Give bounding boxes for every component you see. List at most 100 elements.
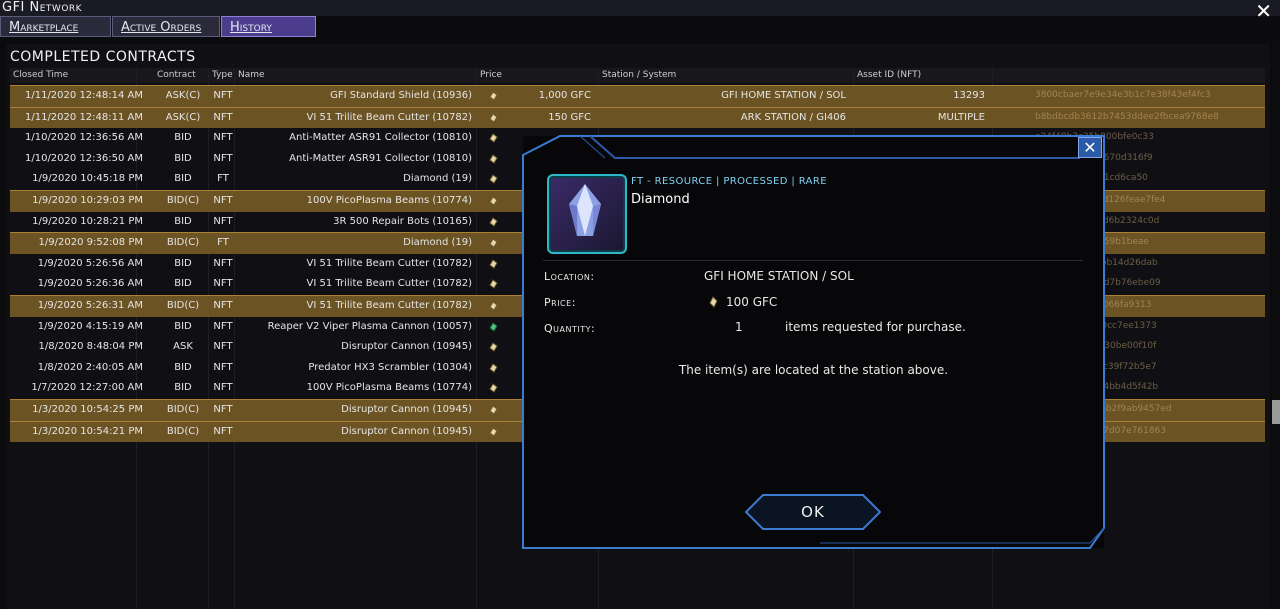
gfc-coin-icon [489,279,498,290]
tab-history[interactable]: History [221,16,316,37]
closed-time-cell: 1/9/2020 5:26:56 AM [37,257,143,269]
type-cell: NFT [213,341,233,353]
closed-time-cell: 1/11/2020 12:48:11 AM [24,111,143,123]
type-cell: FT [217,173,229,185]
name-cell: Predator HX3 Scrambler (10304) [308,361,472,373]
type-cell: NFT [213,215,233,227]
gfc-coin-icon [489,405,498,415]
type-cell: NFT [213,257,233,269]
modal-divider [543,260,1083,261]
gfc-coin-icon [709,296,718,308]
price-value: 100 GFC [726,295,778,309]
type-cell: NFT [213,194,233,206]
gfc-coin-icon [489,112,498,123]
col-closed-time[interactable]: Closed Time [13,70,68,80]
quantity-label: Quantity: [544,322,596,335]
window-titlebar: GFI Network [0,0,1280,16]
type-cell: NFT [213,152,233,164]
table-row[interactable]: 1/11/2020 12:48:11 AM ASK(C) NFT VI 51 Tril… [10,106,1265,129]
name-cell: 100V PicoPlasma Beams (10774) [306,194,472,206]
type-cell: NFT [213,278,233,290]
col-price[interactable]: Price [480,70,502,80]
col-asset-id[interactable]: Asset ID (NFT) [857,70,921,80]
type-cell: NFT [213,90,233,101]
ok-button-label: OK [801,503,825,521]
gfc-coin-icon [489,301,498,311]
name-cell: Anti-Matter ASR91 Collector (10810) [289,132,472,144]
type-cell: NFT [213,299,233,311]
item-name: Diamond [631,192,690,207]
price-cell: 1,000 GFC [538,90,591,101]
type-cell: NFT [213,111,233,123]
closed-time-cell: 1/9/2020 5:26:36 AM [37,278,143,290]
hash-cell: 3800cbaer7e9e34e3b1c7e38f43ef4fc3 [1035,90,1211,100]
name-cell: VI 51 Trilite Beam Cutter (10782) [306,299,473,311]
type-cell: NFT [213,132,233,144]
quantity-note: items requested for purchase. [785,320,966,334]
tab-marketplace[interactable]: Marketplace [0,16,111,37]
type-cell: NFT [213,320,233,332]
name-cell: Diamond (19) [403,173,472,185]
closed-time-cell: 1/10/2020 12:36:50 AM [24,152,143,164]
scrollbar[interactable] [1272,40,1280,609]
diamond-icon [547,174,627,254]
name-cell: Disruptor Cannon (10945) [341,425,472,437]
gfc-coin-icon [489,196,498,206]
name-cell: Diamond (19) [403,237,472,249]
col-name[interactable]: Name [238,70,265,80]
name-cell: Disruptor Cannon (10945) [341,341,472,353]
closed-time-cell: 1/8/2020 8:48:04 PM [38,341,143,353]
modal-note: The item(s) are located at the station a… [678,363,949,377]
asset-id-cell: MULTIPLE [937,111,985,123]
closed-time-cell: 1/9/2020 10:28:21 PM [32,215,143,227]
hash-cell: b8bdbcdb3612b7453ddee2fbcea9768e8 [1035,111,1219,122]
scrollbar-thumb[interactable] [1272,400,1280,424]
closed-time-cell: 1/9/2020 4:15:19 AM [37,320,143,332]
name-cell: Disruptor Cannon (10945) [341,403,472,415]
tab-active-orders[interactable]: Active Orders [112,16,220,37]
closed-time-cell: 1/3/2020 10:54:21 PM [32,425,143,437]
modal-close-icon[interactable]: ✕ [1078,137,1102,158]
gfc-coin-icon [489,133,498,143]
closed-time-cell: 1/7/2020 12:27:00 AM [31,382,143,394]
closed-time-cell: 1/11/2020 12:48:14 AM [24,90,143,101]
name-cell: GFI Standard Shield (10936) [330,90,472,101]
col-station[interactable]: Station / System [602,70,676,80]
gfc-coin-icon [489,154,498,164]
closed-time-cell: 1/3/2020 10:54:25 PM [32,403,143,415]
app-title: GFI Network [2,0,83,15]
col-contract[interactable]: Contract [157,70,196,80]
closed-time-cell: 1/8/2020 2:40:05 AM [37,361,143,373]
quantity-value: 1 [735,320,743,334]
table-row[interactable]: 1/11/2020 12:48:14 AM ASK(C) NFT GFI Standa… [10,85,1265,107]
station-cell: GFI HOME STATION / SOL [721,90,846,101]
col-type[interactable]: Type [212,70,233,80]
name-cell: VI 51 Trilite Beam Cutter (10782) [306,257,473,269]
price-label: Price: [544,296,576,309]
closed-time-cell: 1/9/2020 5:26:31 AM [37,299,143,311]
closed-time-cell: 1/9/2020 9:52:08 PM [38,237,143,249]
name-cell: VI 51 Trilite Beam Cutter (10782) [306,278,473,290]
type-cell: NFT [213,361,233,373]
closed-time-cell: 1/10/2020 12:36:56 AM [24,132,143,144]
name-cell: VI 51 Trilite Beam Cutter (10782) [306,111,473,123]
gfc-coin-icon [489,342,498,352]
name-cell: Reaper V2 Viper Plasma Cannon (10057) [267,320,472,332]
gfc-coin-icon [489,383,498,394]
close-window-icon[interactable]: ✕ [1255,1,1272,21]
closed-time-cell: 1/9/2020 10:29:03 PM [32,194,143,206]
gfc-coin-icon [489,216,498,227]
gfc-coin-icon [489,426,498,437]
station-cell: ARK STATION / GI406 [740,111,846,123]
type-cell: NFT [213,425,233,437]
green-token-icon [489,321,498,332]
type-cell: FT [217,237,229,249]
location-label: Location: [544,270,595,283]
name-cell: Anti-Matter ASR91 Collector (10810) [289,152,472,164]
table-header: Closed Time Contract Type Name Price Sta… [10,68,1265,83]
asset-id-cell: 13293 [953,90,985,101]
tab-bar: Marketplace Active Orders History [0,16,317,37]
location-value: GFI HOME STATION / SOL [704,269,854,283]
gfc-coin-icon [489,362,498,373]
type-cell: NFT [213,382,233,394]
